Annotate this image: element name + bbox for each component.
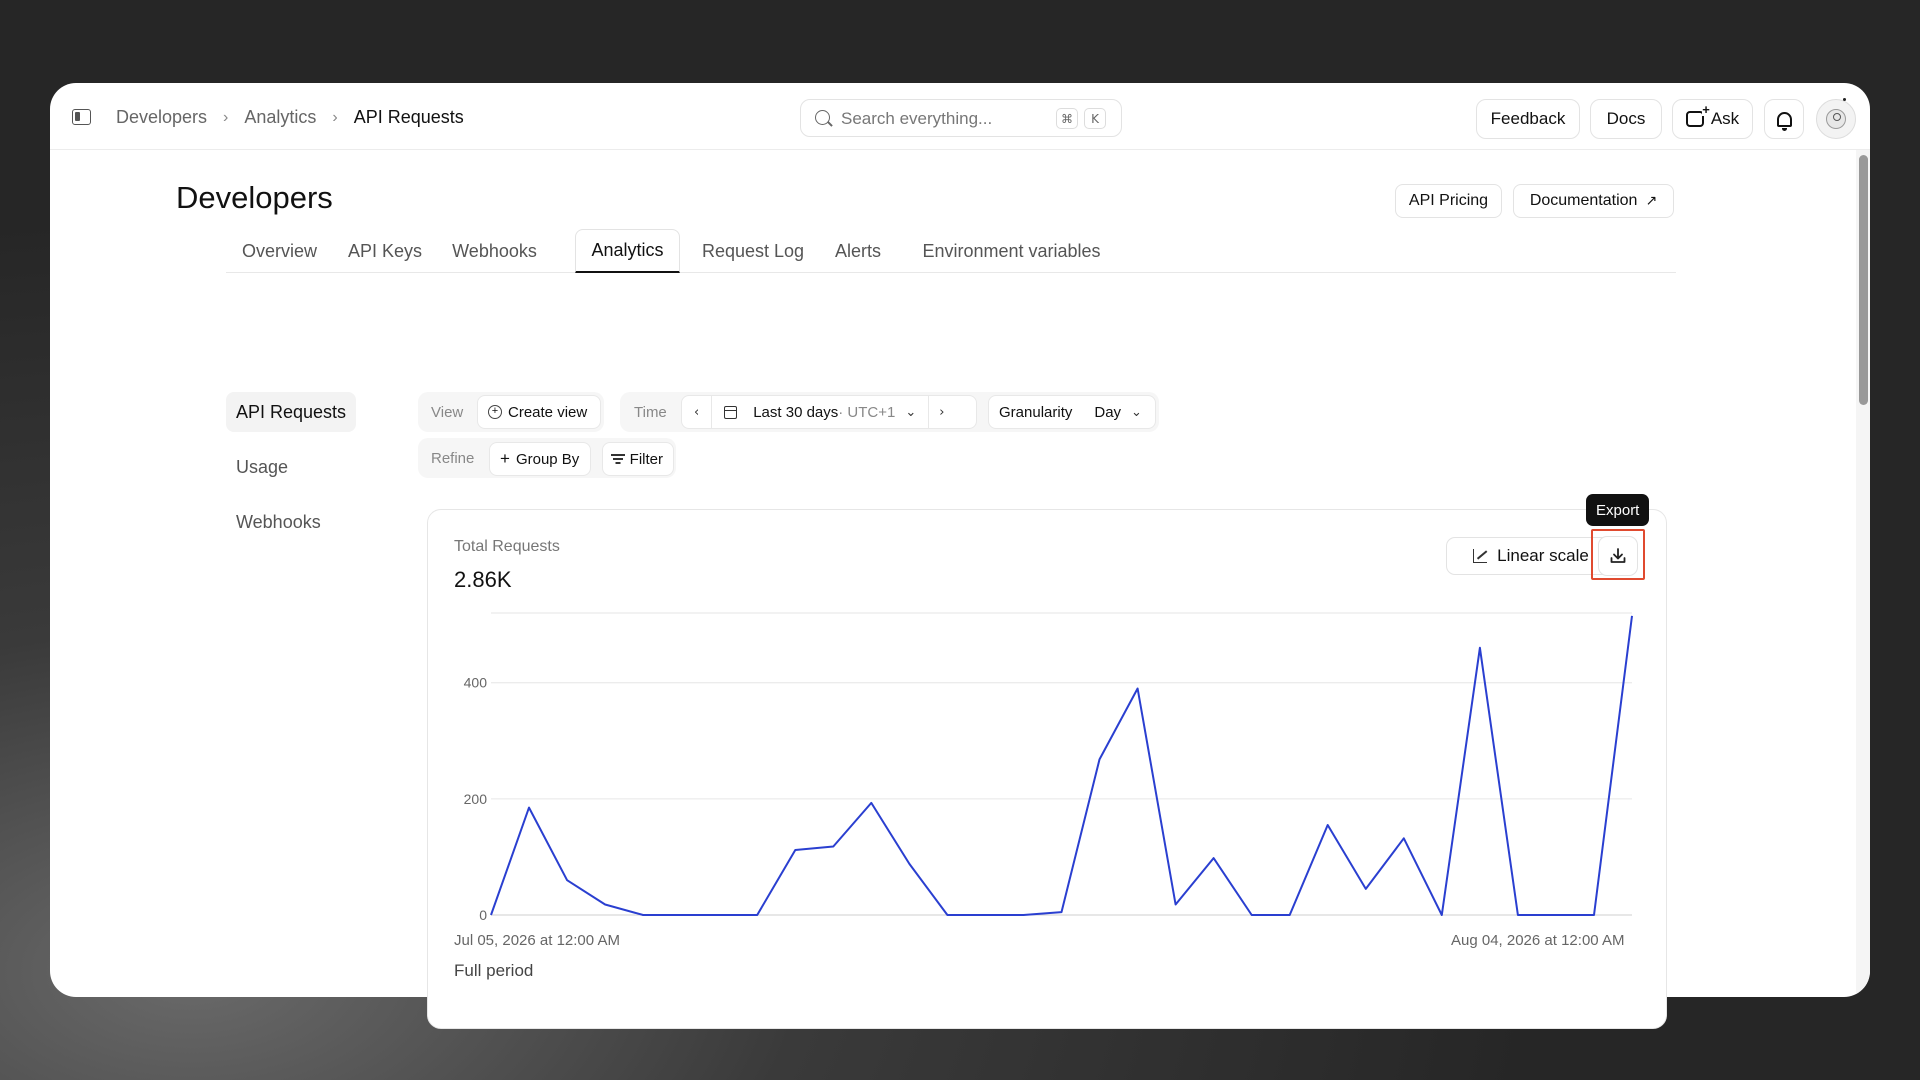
- period-label: Full period: [454, 961, 534, 980]
- y-tick-label: 400: [464, 675, 488, 691]
- x-axis-start-label: Jul 05, 2026 at 12:00 AM: [454, 932, 620, 949]
- y-axis-ticks: 0 200 400: [464, 675, 488, 923]
- y-tick-label: 0: [479, 907, 487, 923]
- series-line: [490, 615, 1633, 916]
- y-tick-label: 200: [464, 791, 488, 807]
- line-chart: 0 200 400: [464, 612, 1633, 923]
- chart-grid: [491, 612, 1632, 916]
- x-axis-end-label: Aug 04, 2026 at 12:00 AM: [1451, 932, 1625, 949]
